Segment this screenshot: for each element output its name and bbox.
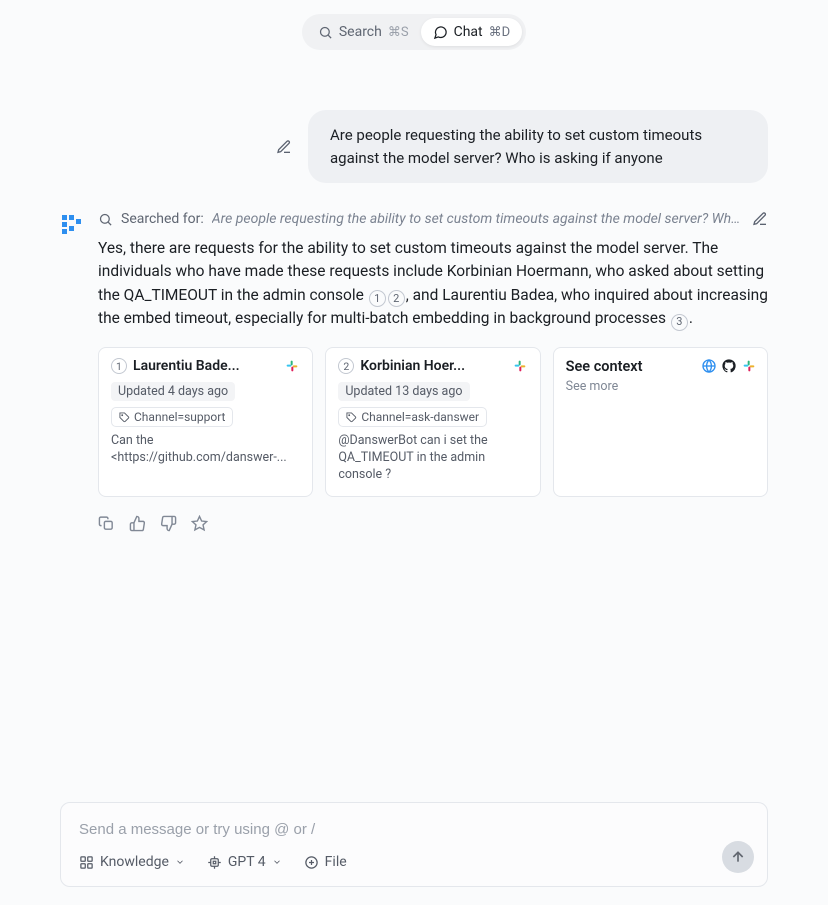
chat-content: Are people requesting the ability to set…: [0, 56, 828, 532]
source-card-2[interactable]: 2 Korbinian Hoer... Updated 13 days ago …: [325, 347, 540, 497]
citation-1[interactable]: 1: [369, 290, 386, 307]
topbar-pill-group: Search ⌘S Chat ⌘D: [302, 14, 526, 50]
assistant-row: Searched for: Are people requesting the …: [60, 211, 768, 532]
chat-shortcut: ⌘D: [489, 25, 511, 40]
star-icon[interactable]: [191, 515, 208, 532]
card-snippet: @DanswerBot can i set the QA_TIMEOUT in …: [338, 433, 527, 484]
composer-wrap: Knowledge GPT 4 File: [60, 802, 768, 887]
knowledge-icon: [79, 855, 94, 870]
thumbs-up-icon[interactable]: [129, 515, 146, 532]
knowledge-selector[interactable]: Knowledge: [79, 854, 185, 870]
searched-for-label: Searched for:: [121, 211, 204, 227]
card-number: 1: [111, 358, 127, 374]
chat-tab-label: Chat: [454, 24, 483, 40]
search-icon: [98, 212, 113, 227]
context-card[interactable]: See context See more: [553, 347, 768, 497]
send-button[interactable]: [722, 841, 754, 873]
card-updated: Updated 13 days ago: [338, 382, 469, 401]
chat-tab[interactable]: Chat ⌘D: [421, 18, 523, 46]
topbar: Search ⌘S Chat ⌘D: [0, 0, 828, 56]
search-query: Are people requesting the ability to set…: [212, 211, 744, 227]
thumbs-down-icon[interactable]: [160, 515, 177, 532]
slack-icon: [512, 358, 528, 374]
globe-icon: [701, 358, 717, 374]
chevron-down-icon: [272, 857, 282, 867]
chevron-down-icon: [175, 857, 185, 867]
arrow-up-icon: [730, 849, 746, 865]
citation-2[interactable]: 2: [388, 290, 405, 307]
assistant-answer: Yes, there are requests for the ability …: [98, 237, 768, 331]
user-message: Are people requesting the ability to set…: [308, 110, 768, 183]
search-tab-label: Search: [339, 24, 382, 40]
tag-icon: [346, 412, 357, 423]
model-selector[interactable]: GPT 4: [207, 854, 282, 870]
citation-3[interactable]: 3: [671, 314, 688, 331]
edit-icon[interactable]: [752, 211, 768, 227]
search-indicator: Searched for: Are people requesting the …: [98, 211, 768, 227]
composer: Knowledge GPT 4 File: [60, 802, 768, 887]
card-channel-tag: Channel=support: [111, 407, 233, 427]
copy-icon[interactable]: [98, 515, 115, 532]
knowledge-label: Knowledge: [100, 854, 169, 870]
card-snippet: Can the <https://github.com/danswer-...: [111, 433, 300, 467]
tag-icon: [119, 412, 130, 423]
user-message-row: Are people requesting the ability to set…: [60, 110, 768, 183]
message-input[interactable]: [79, 821, 749, 838]
card-channel-label: Channel=ask-danswer: [361, 410, 479, 424]
card-number: 2: [338, 358, 354, 374]
card-title: Korbinian Hoer...: [360, 358, 505, 374]
search-icon: [318, 25, 333, 40]
card-title: Laurentiu Bade...: [133, 358, 278, 374]
context-subtitle: See more: [566, 379, 755, 394]
cpu-icon: [207, 855, 222, 870]
edit-icon[interactable]: [276, 139, 292, 155]
github-icon: [721, 358, 737, 374]
file-label: File: [325, 854, 347, 870]
card-channel-label: Channel=support: [134, 410, 225, 424]
app-logo: [60, 213, 84, 237]
source-card-1[interactable]: 1 Laurentiu Bade... Updated 4 days ago C…: [98, 347, 313, 497]
chat-icon: [433, 25, 448, 40]
source-cards: 1 Laurentiu Bade... Updated 4 days ago C…: [98, 347, 768, 497]
slack-icon: [284, 358, 300, 374]
plus-circle-icon: [304, 855, 319, 870]
card-channel-tag: Channel=ask-danswer: [338, 407, 487, 427]
model-label: GPT 4: [228, 854, 266, 870]
card-updated: Updated 4 days ago: [111, 382, 235, 401]
composer-controls: Knowledge GPT 4 File: [79, 854, 749, 870]
file-button[interactable]: File: [304, 854, 347, 870]
search-tab[interactable]: Search ⌘S: [306, 18, 421, 46]
assistant-body: Searched for: Are people requesting the …: [98, 211, 768, 532]
slack-icon: [741, 358, 757, 374]
answer-part3: .: [689, 309, 693, 327]
search-shortcut: ⌘S: [388, 25, 409, 40]
message-actions: [98, 515, 768, 532]
